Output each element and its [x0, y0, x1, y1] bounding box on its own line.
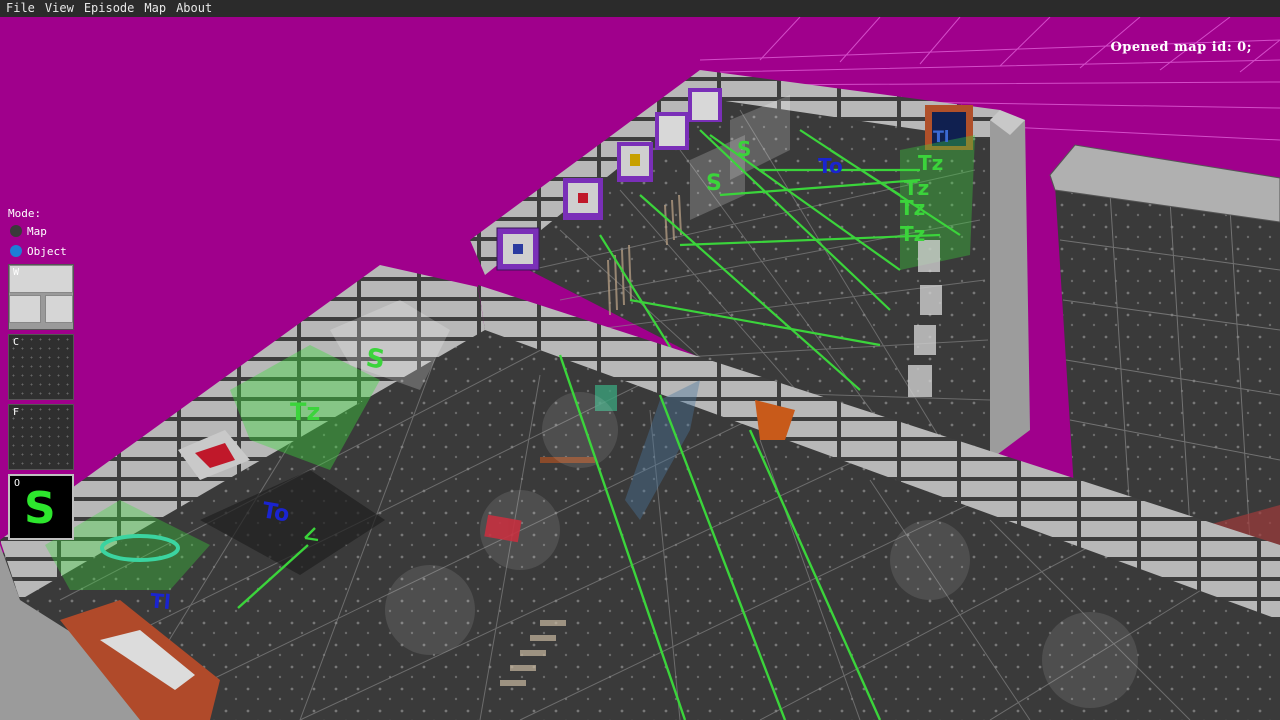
mode-object-label: Object: [27, 244, 67, 258]
menu-file[interactable]: File: [0, 0, 39, 17]
scene-tz-object-2[interactable]: Tz: [918, 151, 943, 175]
tool-object-key: O: [14, 478, 21, 489]
scene-s-object-3[interactable]: S: [737, 137, 751, 161]
tool-ceiling[interactable]: C: [8, 334, 74, 400]
tool-floor[interactable]: F: [8, 404, 74, 470]
radio-dot-map[interactable]: [10, 225, 22, 237]
map-id-status: Opened map id: 0;: [1110, 40, 1252, 55]
tool-floor-key: F: [13, 407, 20, 418]
radio-dot-object[interactable]: [10, 245, 22, 257]
wall-brick-icon-2: [9, 295, 41, 323]
menu-bar: File View Episode Map About: [0, 0, 1280, 17]
scene-tz-object-1[interactable]: Tz: [290, 398, 320, 426]
scene-canvas[interactable]: S S S Tz Tz Tz Tz Tz To To Tl Tl: [0, 17, 1280, 720]
menu-episode[interactable]: Episode: [78, 0, 139, 17]
tool-object[interactable]: O S: [8, 474, 74, 540]
tool-ceiling-key: C: [13, 337, 20, 348]
scene-tz-object-5[interactable]: Tz: [900, 222, 925, 246]
object-s-icon: S: [24, 483, 56, 534]
menu-map[interactable]: Map: [138, 0, 170, 17]
scene-s-object-2[interactable]: S: [706, 171, 722, 196]
mode-map-radio[interactable]: Map: [10, 224, 74, 238]
mode-map-label: Map: [27, 224, 47, 238]
mode-panel: Mode: Map Object W C F O S: [6, 207, 74, 544]
menu-view[interactable]: View: [39, 0, 78, 17]
3d-viewport[interactable]: S S S Tz Tz Tz Tz Tz To To Tl Tl Opened …: [0, 17, 1280, 720]
menu-about[interactable]: About: [170, 0, 216, 17]
wall-brick-icon-3: [45, 295, 73, 323]
mode-object-radio[interactable]: Object: [10, 244, 74, 258]
scene-tl-object[interactable]: Tl: [149, 588, 172, 614]
scene-to-object-2[interactable]: To: [818, 154, 843, 178]
tool-wall-key: W: [13, 267, 20, 278]
mode-title: Mode:: [8, 207, 42, 220]
scene-exit-glyph[interactable]: Tl: [933, 127, 949, 146]
scene-to-object-1[interactable]: To: [260, 498, 291, 527]
scene-tz-object-4[interactable]: Tz: [900, 196, 925, 220]
tool-wall[interactable]: W: [8, 264, 74, 330]
